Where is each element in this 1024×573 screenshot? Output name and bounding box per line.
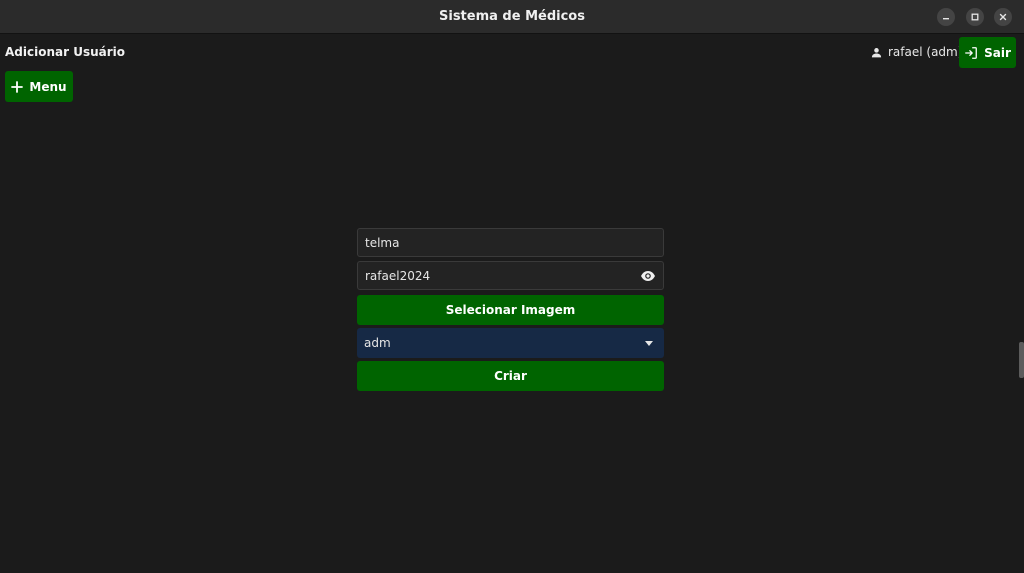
vertical-scrollbar[interactable] (1019, 342, 1024, 378)
select-image-button[interactable]: Selecionar Imagem (357, 295, 664, 325)
maximize-button[interactable] (966, 8, 984, 26)
username-input[interactable]: telma (357, 228, 664, 257)
maximize-icon (971, 13, 979, 21)
role-selected-value: adm (364, 336, 391, 350)
app-window: Sistema de Médicos Adicionar Usuário raf… (0, 0, 1024, 573)
username-value: telma (365, 235, 400, 250)
window-titlebar: Sistema de Médicos (0, 0, 1024, 34)
select-image-label: Selecionar Imagem (445, 303, 576, 317)
page-title: Adicionar Usuário (5, 45, 125, 59)
password-visibility-toggle[interactable] (637, 268, 659, 284)
caret-down-icon (644, 340, 654, 346)
password-value: rafael2024 (365, 268, 431, 283)
create-label: Criar (494, 369, 527, 383)
role-select[interactable]: adm (357, 328, 664, 358)
close-button[interactable] (994, 8, 1012, 26)
minimize-button[interactable] (937, 8, 955, 26)
logout-button[interactable]: Sair (959, 37, 1016, 68)
menu-label: Menu (29, 79, 67, 94)
logout-icon (965, 46, 978, 59)
menu-button[interactable]: Menu (5, 71, 73, 102)
current-user: rafael (adm) (870, 45, 962, 59)
plus-icon (11, 80, 24, 93)
current-user-label: rafael (adm) (888, 45, 963, 59)
eye-icon (641, 270, 655, 281)
person-icon (871, 47, 882, 57)
create-button[interactable]: Criar (357, 361, 664, 391)
password-input[interactable]: rafael2024 (357, 261, 664, 290)
logout-label: Sair (984, 45, 1011, 60)
minimize-icon (943, 18, 949, 20)
close-icon (999, 13, 1007, 21)
window-title: Sistema de Médicos (439, 9, 585, 24)
